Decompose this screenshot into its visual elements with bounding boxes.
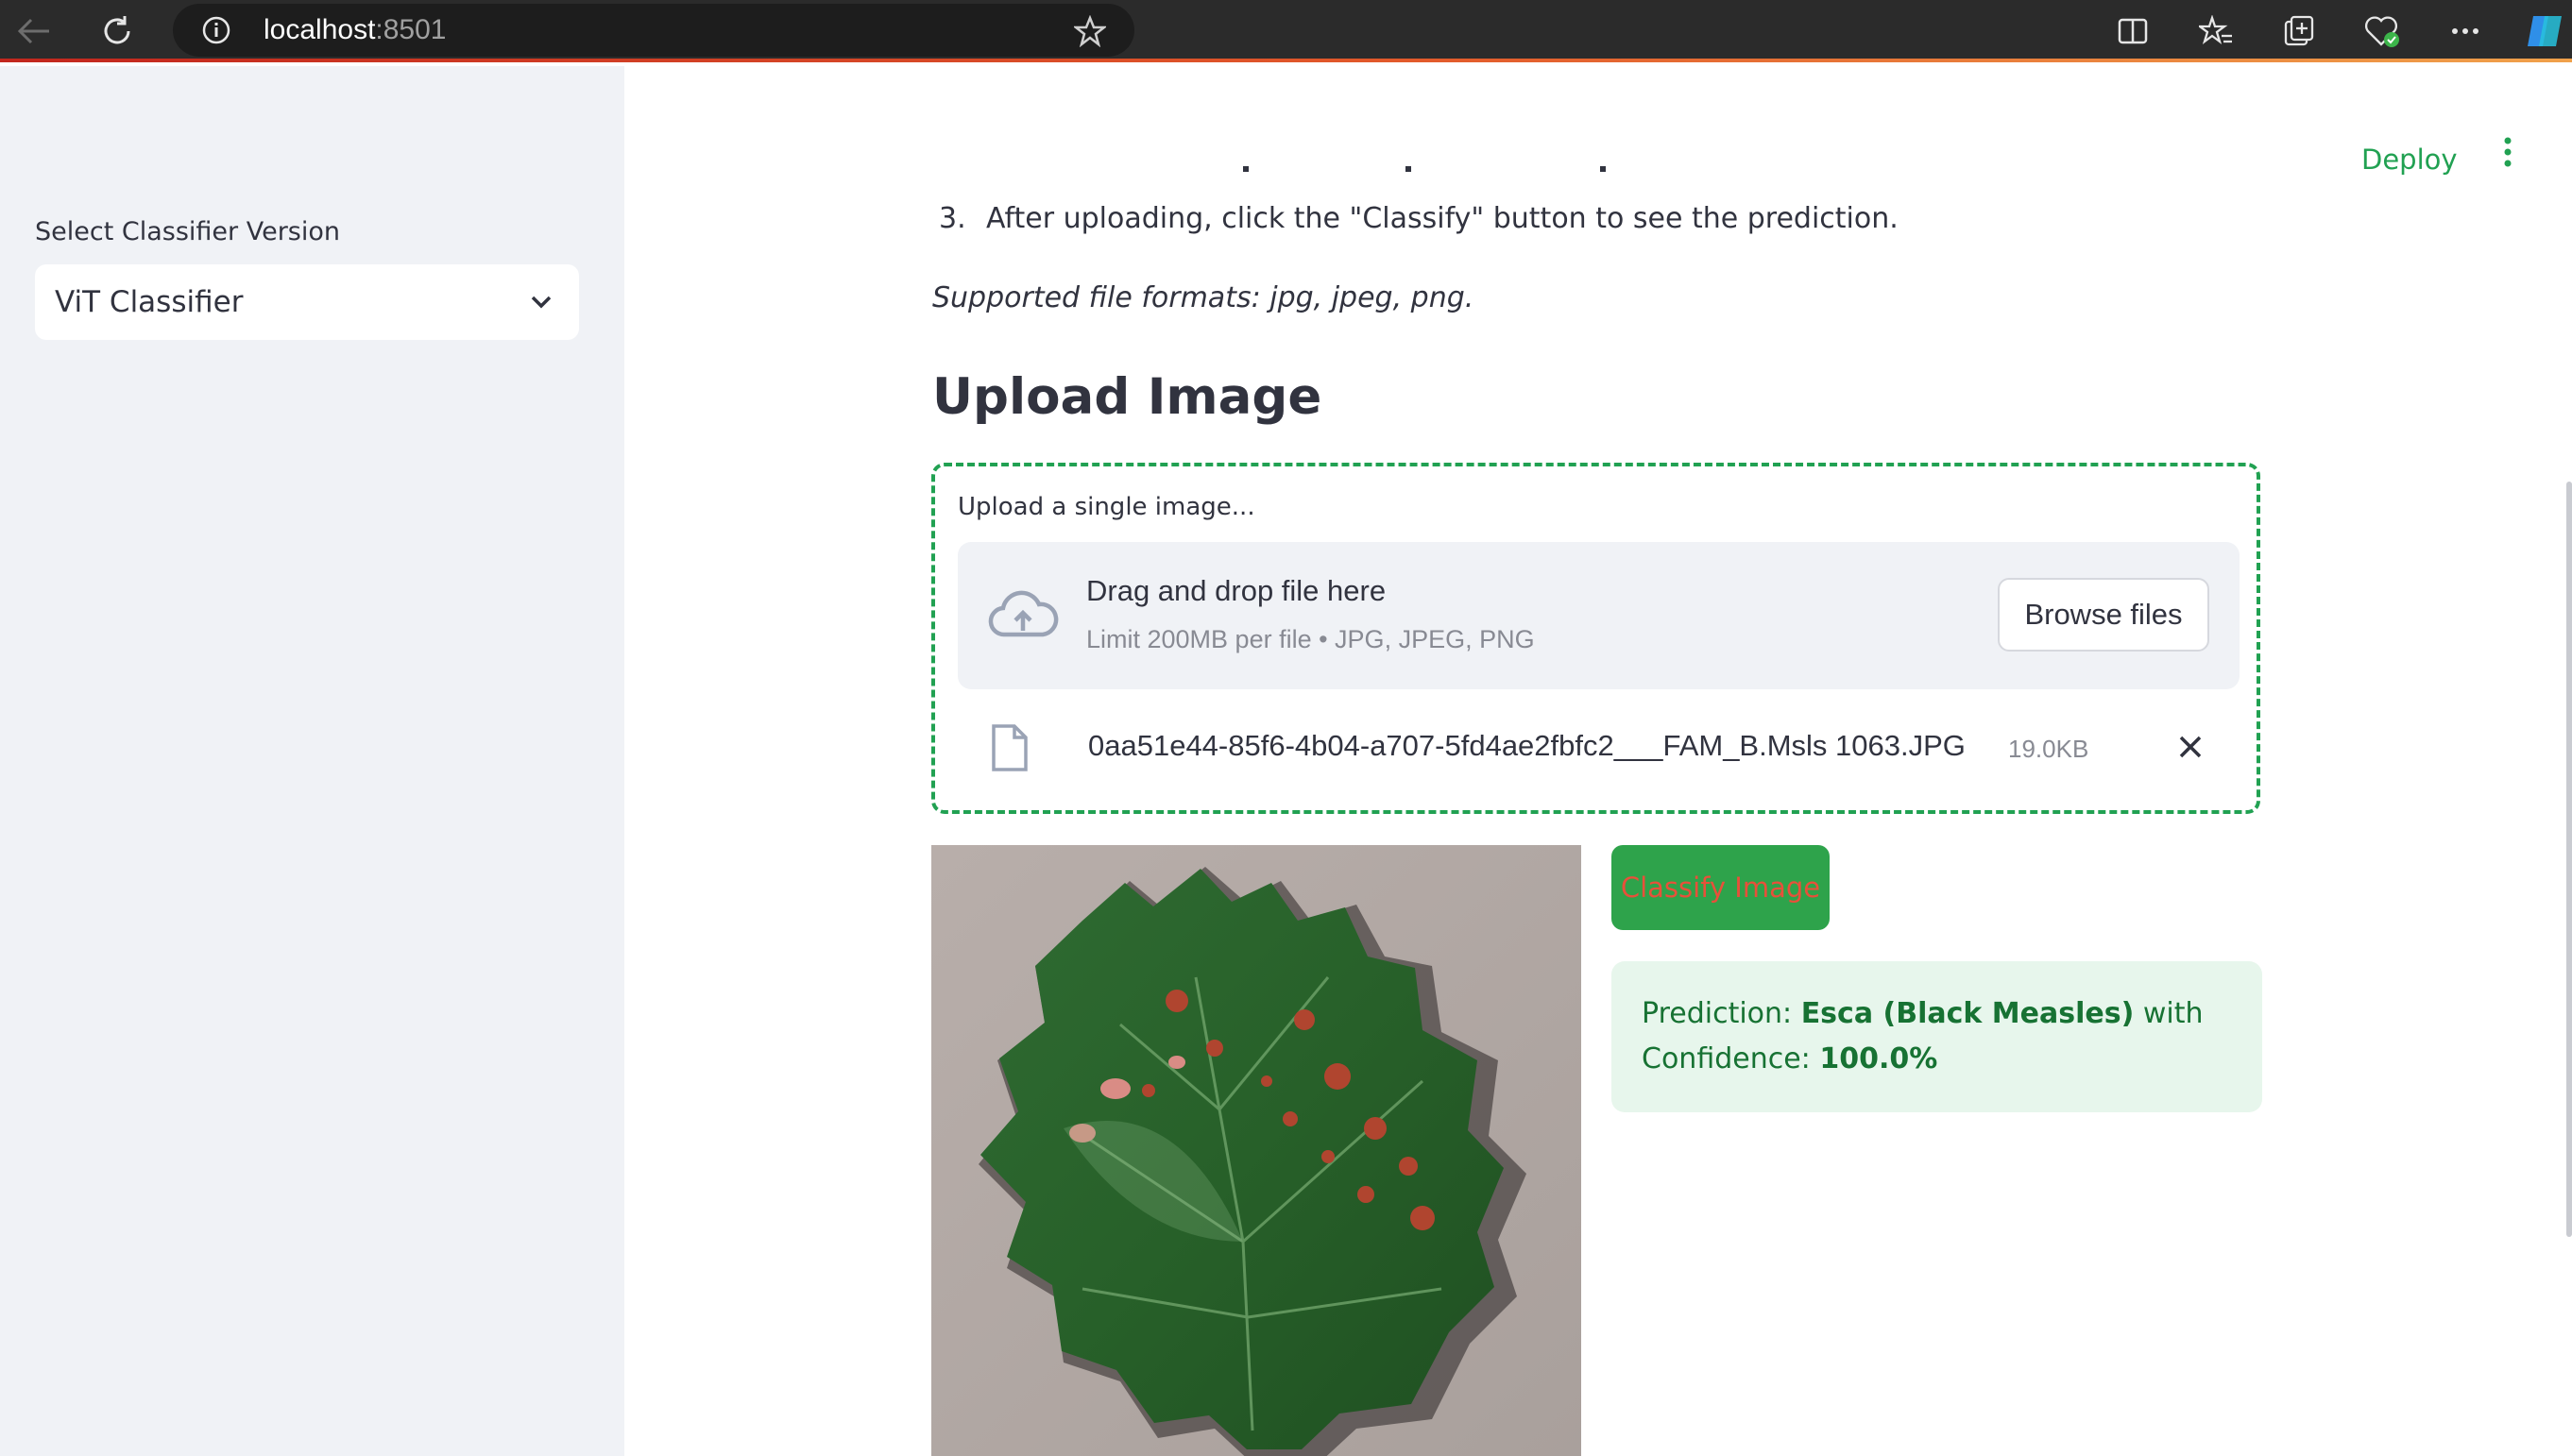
- back-arrow-icon[interactable]: [8, 8, 60, 55]
- step-number: 3.: [939, 202, 966, 235]
- step-text: After uploading, click the "Classify" bu…: [986, 202, 1899, 235]
- more-icon[interactable]: [2439, 8, 2492, 55]
- dropzone[interactable]: Drag and drop file here Limit 200MB per …: [958, 542, 2240, 689]
- deploy-button[interactable]: Deploy: [2361, 144, 2458, 176]
- confidence-value: 100.0%: [1819, 1042, 1938, 1075]
- main-menu-icon[interactable]: [2498, 136, 2517, 170]
- chevron-down-icon: [528, 289, 554, 315]
- uploaded-file-size: 19.0KB: [2008, 735, 2089, 763]
- browser-essentials-icon[interactable]: [2356, 8, 2409, 55]
- supported-formats-text: Supported file formats: jpg, jpeg, png.: [932, 281, 1474, 314]
- classifier-select-label: Select Classifier Version: [35, 217, 340, 246]
- sidebar: Select Classifier Version ViT Classifier: [0, 66, 624, 1456]
- prediction-label: Esca (Black Measles): [1800, 997, 2135, 1030]
- dropzone-title: Drag and drop file here: [1086, 574, 1387, 607]
- scrolled-text-fragment: [982, 161, 1644, 172]
- classifier-select[interactable]: ViT Classifier: [35, 264, 579, 340]
- page-scrollbar[interactable]: [2566, 482, 2572, 1237]
- collections-icon[interactable]: [2273, 8, 2325, 55]
- address-bar[interactable]: localhost:8501: [173, 4, 1134, 57]
- uploaded-file-name: 0aa51e44-85f6-4b04-a707-5fd4ae2fbfc2___F…: [1088, 729, 1966, 762]
- uploaded-leaf-image: [931, 845, 1581, 1456]
- browser-accent-line: [0, 59, 2572, 62]
- prediction-middle: with: [2134, 997, 2204, 1030]
- classifier-select-value: ViT Classifier: [55, 285, 244, 319]
- url-text: localhost:8501: [264, 15, 446, 45]
- info-icon[interactable]: [201, 15, 231, 45]
- cloud-upload-icon: [986, 587, 1060, 646]
- file-icon: [990, 723, 1030, 772]
- split-screen-icon[interactable]: [2106, 8, 2159, 55]
- instruction-step-3: 3. After uploading, click the "Classify" …: [939, 202, 1899, 235]
- classify-image-button[interactable]: Classify Image: [1611, 845, 1830, 930]
- url-port: :8501: [375, 14, 447, 45]
- prediction-result: Prediction: Esca (Black Measles) with Co…: [1611, 961, 2262, 1112]
- browser-toolbar: localhost:8501: [0, 0, 2572, 62]
- close-icon[interactable]: [2176, 733, 2205, 761]
- url-host: localhost: [264, 14, 376, 45]
- app-window: localhost:8501 Select Classifier Version: [0, 0, 2572, 1456]
- favorites-icon[interactable]: [2189, 8, 2242, 55]
- upload-heading: Upload Image: [932, 368, 1322, 426]
- browse-files-button[interactable]: Browse files: [1998, 578, 2209, 652]
- copilot-icon[interactable]: [2518, 8, 2571, 55]
- prediction-prefix: Prediction:: [1642, 997, 1801, 1030]
- favorite-star-icon[interactable]: [1072, 14, 1108, 48]
- dropzone-limit: Limit 200MB per file • JPG, JPEG, PNG: [1086, 625, 1535, 653]
- file-uploader: Upload a single image... Drag and drop f…: [931, 463, 2260, 814]
- reload-icon[interactable]: [91, 8, 144, 55]
- confidence-prefix: Confidence:: [1642, 1042, 1820, 1075]
- uploader-label: Upload a single image...: [958, 493, 1255, 521]
